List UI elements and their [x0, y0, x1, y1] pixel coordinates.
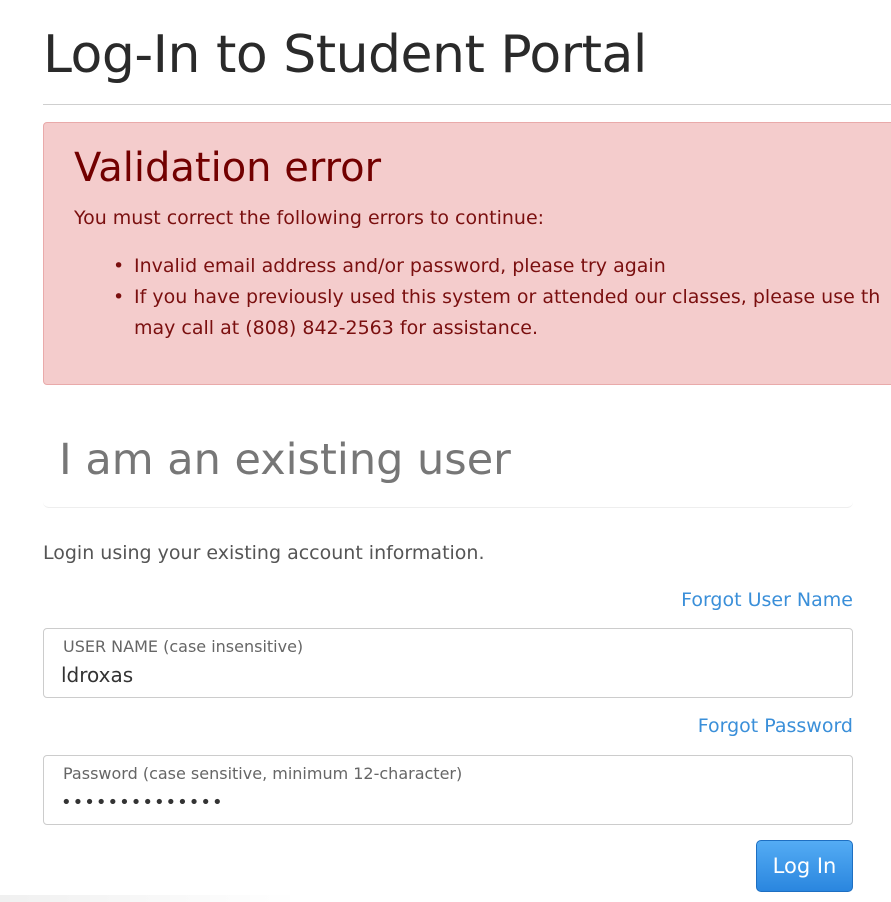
error-item: • If you have previously used this syste… [113, 282, 891, 344]
password-input[interactable] [61, 788, 831, 816]
error-list: • Invalid email address and/or password,… [113, 251, 891, 344]
bullet-icon: • [113, 286, 125, 308]
bullet-icon: • [113, 255, 125, 277]
error-text: may call at (808) 842-2563 for assistanc… [134, 317, 538, 339]
error-text: Invalid email address and/or password, p… [134, 255, 666, 277]
bottom-shadow [0, 895, 300, 902]
alert-intro: You must correct the following errors to… [74, 207, 545, 229]
existing-user-panel-heading: I am an existing user [43, 422, 853, 508]
login-page: Log-In to Student Portal Validation erro… [0, 0, 891, 902]
title-divider [43, 104, 891, 105]
error-text: If you have previously used this system … [134, 286, 881, 308]
login-instructions: Login using your existing account inform… [43, 542, 485, 564]
forgot-user-name-link[interactable]: Forgot User Name [681, 587, 853, 613]
alert-heading: Validation error [74, 145, 382, 191]
username-label: USER NAME (case insensitive) [63, 637, 304, 656]
password-field[interactable]: Password (case sensitive, minimum 12-cha… [43, 755, 853, 825]
login-button[interactable]: Log In [756, 840, 853, 892]
validation-error-alert: Validation error You must correct the fo… [43, 122, 891, 385]
password-label: Password (case sensitive, minimum 12-cha… [63, 764, 463, 783]
page-title: Log-In to Student Portal [43, 25, 647, 85]
error-item: • Invalid email address and/or password,… [113, 251, 891, 282]
username-field[interactable]: USER NAME (case insensitive) [43, 628, 853, 698]
forgot-password-link[interactable]: Forgot Password [698, 713, 853, 739]
username-input[interactable] [61, 661, 831, 689]
section-heading: I am an existing user [59, 435, 511, 485]
